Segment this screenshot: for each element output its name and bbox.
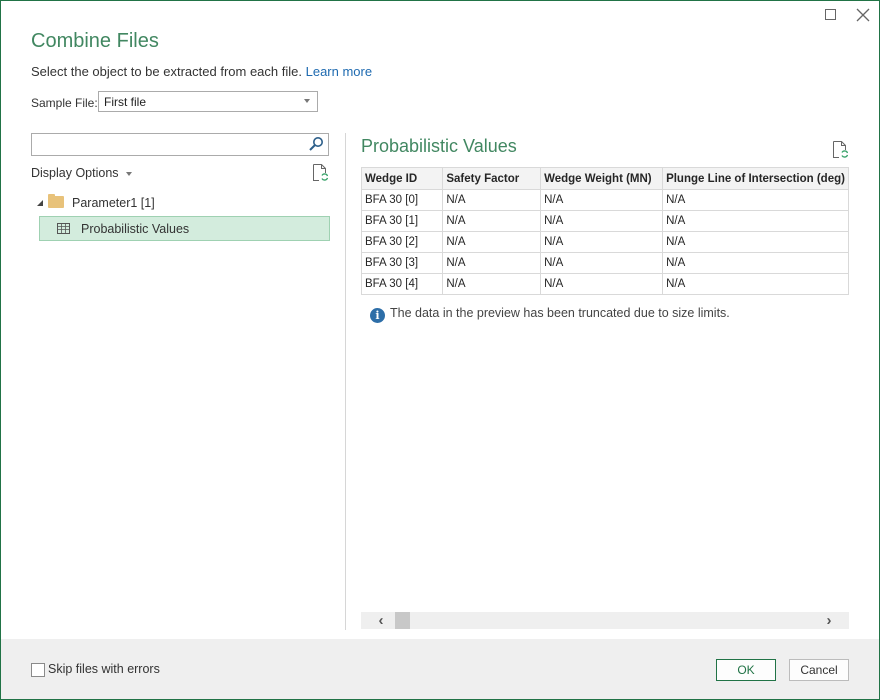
table-row: BFA 30 [1] N/A N/A N/A [361,210,849,232]
search-input[interactable] [35,135,309,156]
chevron-down-icon [125,171,132,176]
table-cell: N/A [662,252,849,274]
subtitle-text: Select the object to be extracted from e… [31,64,302,79]
table-cell: N/A [540,210,664,232]
table-row: BFA 30 [2] N/A N/A N/A [361,231,849,253]
table-cell: BFA 30 [4] [361,273,444,295]
horizontal-scrollbar[interactable]: ‹ › [361,612,849,629]
column-header: Wedge Weight (MN) [540,167,664,190]
table-row: BFA 30 [3] N/A N/A N/A [361,252,849,274]
sample-file-dropdown[interactable]: First file [98,91,318,112]
maximize-button[interactable] [820,6,840,24]
scroll-left-icon[interactable]: ‹ [373,612,389,629]
scroll-right-icon[interactable]: › [821,612,837,629]
preview-title: Probabilistic Values [361,136,517,156]
dialog-subtitle: Select the object to be extracted from e… [31,64,372,79]
table-cell: N/A [540,189,664,211]
tree-item-probabilistic-values[interactable]: Probabilistic Values [39,216,330,241]
column-header: Safety Factor [442,167,542,190]
close-button[interactable] [853,6,873,24]
skip-errors-label[interactable]: Skip files with errors [48,662,160,676]
table-cell: N/A [540,252,664,274]
table-header-row: Wedge ID Safety Factor Wedge Weight (MN)… [361,167,849,190]
table-row: BFA 30 [0] N/A N/A N/A [361,189,849,211]
preview-table-container: Wedge ID Safety Factor Wedge Weight (MN)… [361,167,849,295]
refresh-preview-icon[interactable] [832,141,848,159]
sample-file-value: First file [104,95,146,109]
table-cell: N/A [442,189,542,211]
chevron-down-icon [304,99,310,103]
table-cell: BFA 30 [1] [361,210,444,232]
display-options-label: Display Options [31,166,119,180]
ok-button[interactable]: OK [716,659,776,681]
maximize-icon [825,9,836,20]
table-cell: N/A [662,231,849,253]
table-cell: N/A [662,273,849,295]
scrollbar-thumb[interactable] [395,612,410,629]
dialog-title: Combine Files [31,30,159,52]
tree-item-label: Probabilistic Values [81,222,190,236]
info-message: The data in the preview has been truncat… [390,306,730,320]
table-cell: BFA 30 [3] [361,252,444,274]
navigator-search [31,133,329,156]
info-icon: i [370,308,385,323]
column-header: Plunge Line of Intersection (deg) [662,167,849,190]
cancel-button[interactable]: Cancel [789,659,849,681]
folder-icon [48,194,64,208]
column-header: Wedge ID [361,167,444,190]
table-cell: N/A [442,273,542,295]
table-cell: N/A [442,252,542,274]
table-row: BFA 30 [4] N/A N/A N/A [361,273,849,295]
refresh-icon[interactable] [312,164,328,182]
preview-table: Wedge ID Safety Factor Wedge Weight (MN)… [361,167,849,295]
close-icon [856,8,870,22]
table-cell: BFA 30 [0] [361,189,444,211]
table-cell: N/A [442,231,542,253]
learn-more-link[interactable]: Learn more [306,64,372,79]
truncation-info: i The data in the preview has been trunca… [370,306,730,323]
skip-errors-checkbox[interactable] [31,663,45,677]
sample-file-label: Sample File: [31,96,98,110]
table-icon [57,223,70,234]
display-options-dropdown[interactable]: Display Options [31,166,132,180]
table-cell: N/A [540,231,664,253]
tree-item-label: Parameter1 [1] [72,196,155,210]
table-cell: N/A [540,273,664,295]
table-cell: BFA 30 [2] [361,231,444,253]
table-cell: N/A [662,210,849,232]
expand-triangle-icon[interactable] [37,200,43,206]
search-icon[interactable] [308,136,324,152]
table-cell: N/A [442,210,542,232]
table-cell: N/A [662,189,849,211]
pane-divider[interactable] [345,133,346,630]
